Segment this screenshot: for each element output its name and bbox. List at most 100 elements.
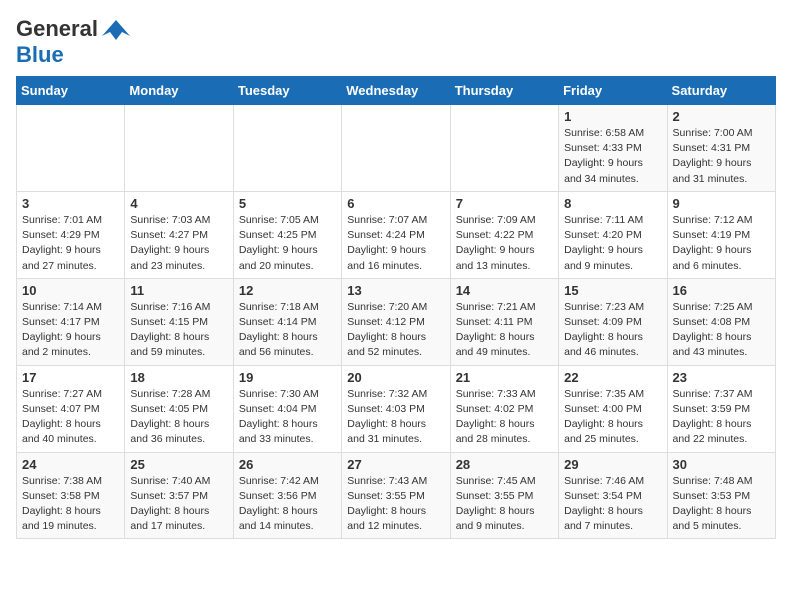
calendar-cell: 1 Sunrise: 6:58 AMSunset: 4:33 PMDaylight… <box>559 105 667 192</box>
calendar-cell: 2 Sunrise: 7:00 AMSunset: 4:31 PMDaylight… <box>667 105 775 192</box>
day-info: Sunrise: 7:09 AMSunset: 4:22 PMDaylight:… <box>456 213 553 274</box>
day-info: Sunrise: 7:37 AMSunset: 3:59 PMDaylight:… <box>673 387 770 448</box>
calendar-cell <box>342 105 450 192</box>
day-info: Sunrise: 7:48 AMSunset: 3:53 PMDaylight:… <box>673 474 770 535</box>
day-number: 26 <box>239 457 336 472</box>
day-number: 10 <box>22 283 119 298</box>
day-info: Sunrise: 7:03 AMSunset: 4:27 PMDaylight:… <box>130 213 227 274</box>
calendar-cell: 8 Sunrise: 7:11 AMSunset: 4:20 PMDaylight… <box>559 191 667 278</box>
col-header-tuesday: Tuesday <box>233 77 341 105</box>
calendar-cell: 14Sunrise: 7:21 AMSunset: 4:11 PMDayligh… <box>450 278 558 365</box>
calendar-cell: 25 Sunrise: 7:40 AMSunset: 3:57 PMDayligh… <box>125 452 233 539</box>
day-number: 27 <box>347 457 444 472</box>
col-header-wednesday: Wednesday <box>342 77 450 105</box>
day-number: 2 <box>673 109 770 124</box>
calendar-cell <box>17 105 125 192</box>
day-info: Sunrise: 7:11 AMSunset: 4:20 PMDaylight:… <box>564 213 661 274</box>
col-header-thursday: Thursday <box>450 77 558 105</box>
col-header-friday: Friday <box>559 77 667 105</box>
calendar-cell: 17 Sunrise: 7:27 AMSunset: 4:07 PMDayligh… <box>17 365 125 452</box>
day-number: 30 <box>673 457 770 472</box>
calendar-week-row: 1 Sunrise: 6:58 AMSunset: 4:33 PMDaylight… <box>17 105 776 192</box>
day-number: 19 <box>239 370 336 385</box>
calendar-cell: 10 Sunrise: 7:14 AMSunset: 4:17 PMDayligh… <box>17 278 125 365</box>
day-info: Sunrise: 7:12 AMSunset: 4:19 PMDaylight:… <box>673 213 770 274</box>
col-header-sunday: Sunday <box>17 77 125 105</box>
day-info: Sunrise: 7:46 AMSunset: 3:54 PMDaylight:… <box>564 474 661 535</box>
day-info: Sunrise: 7:18 AMSunset: 4:14 PMDaylight:… <box>239 300 336 361</box>
calendar-cell: 26Sunrise: 7:42 AMSunset: 3:56 PMDayligh… <box>233 452 341 539</box>
calendar-cell: 11Sunrise: 7:16 AMSunset: 4:15 PMDayligh… <box>125 278 233 365</box>
day-number: 6 <box>347 196 444 211</box>
day-info: Sunrise: 7:07 AMSunset: 4:24 PMDaylight:… <box>347 213 444 274</box>
day-info: Sunrise: 6:58 AMSunset: 4:33 PMDaylight:… <box>564 126 661 187</box>
day-number: 18 <box>130 370 227 385</box>
day-number: 24 <box>22 457 119 472</box>
day-info: Sunrise: 7:20 AMSunset: 4:12 PMDaylight:… <box>347 300 444 361</box>
calendar-cell: 19 Sunrise: 7:30 AMSunset: 4:04 PMDayligh… <box>233 365 341 452</box>
calendar-cell: 30 Sunrise: 7:48 AMSunset: 3:53 PMDayligh… <box>667 452 775 539</box>
calendar-cell: 28Sunrise: 7:45 AMSunset: 3:55 PMDayligh… <box>450 452 558 539</box>
col-header-saturday: Saturday <box>667 77 775 105</box>
calendar-cell: 5 Sunrise: 7:05 AMSunset: 4:25 PMDaylight… <box>233 191 341 278</box>
day-number: 29 <box>564 457 661 472</box>
day-info: Sunrise: 7:35 AMSunset: 4:00 PMDaylight:… <box>564 387 661 448</box>
day-info: Sunrise: 7:00 AMSunset: 4:31 PMDaylight:… <box>673 126 770 187</box>
calendar-cell: 12 Sunrise: 7:18 AMSunset: 4:14 PMDayligh… <box>233 278 341 365</box>
day-number: 1 <box>564 109 661 124</box>
calendar-header-row: SundayMondayTuesdayWednesdayThursdayFrid… <box>17 77 776 105</box>
day-number: 4 <box>130 196 227 211</box>
day-number: 13 <box>347 283 444 298</box>
logo-blue-text: Blue <box>16 42 64 67</box>
calendar-cell: 4 Sunrise: 7:03 AMSunset: 4:27 PMDaylight… <box>125 191 233 278</box>
calendar-cell <box>233 105 341 192</box>
day-number: 9 <box>673 196 770 211</box>
day-number: 25 <box>130 457 227 472</box>
calendar-cell: 29 Sunrise: 7:46 AMSunset: 3:54 PMDayligh… <box>559 452 667 539</box>
calendar-cell: 27Sunrise: 7:43 AMSunset: 3:55 PMDayligh… <box>342 452 450 539</box>
day-info: Sunrise: 7:38 AMSunset: 3:58 PMDaylight:… <box>22 474 119 535</box>
day-number: 16 <box>673 283 770 298</box>
calendar-cell <box>125 105 233 192</box>
day-number: 5 <box>239 196 336 211</box>
day-number: 7 <box>456 196 553 211</box>
calendar-cell: 13 Sunrise: 7:20 AMSunset: 4:12 PMDayligh… <box>342 278 450 365</box>
calendar-cell: 7 Sunrise: 7:09 AMSunset: 4:22 PMDaylight… <box>450 191 558 278</box>
calendar-cell: 3 Sunrise: 7:01 AMSunset: 4:29 PMDaylight… <box>17 191 125 278</box>
day-info: Sunrise: 7:27 AMSunset: 4:07 PMDaylight:… <box>22 387 119 448</box>
day-info: Sunrise: 7:05 AMSunset: 4:25 PMDaylight:… <box>239 213 336 274</box>
day-info: Sunrise: 7:32 AMSunset: 4:03 PMDaylight:… <box>347 387 444 448</box>
day-number: 14 <box>456 283 553 298</box>
calendar-cell <box>450 105 558 192</box>
day-info: Sunrise: 7:28 AMSunset: 4:05 PMDaylight:… <box>130 387 227 448</box>
day-number: 12 <box>239 283 336 298</box>
day-info: Sunrise: 7:30 AMSunset: 4:04 PMDaylight:… <box>239 387 336 448</box>
calendar-week-row: 24 Sunrise: 7:38 AMSunset: 3:58 PMDayligh… <box>17 452 776 539</box>
col-header-monday: Monday <box>125 77 233 105</box>
day-info: Sunrise: 7:45 AMSunset: 3:55 PMDaylight:… <box>456 474 553 535</box>
day-info: Sunrise: 7:01 AMSunset: 4:29 PMDaylight:… <box>22 213 119 274</box>
day-number: 15 <box>564 283 661 298</box>
day-number: 23 <box>673 370 770 385</box>
calendar-week-row: 3 Sunrise: 7:01 AMSunset: 4:29 PMDaylight… <box>17 191 776 278</box>
day-info: Sunrise: 7:33 AMSunset: 4:02 PMDaylight:… <box>456 387 553 448</box>
logo-bird-icon <box>102 18 130 40</box>
day-info: Sunrise: 7:25 AMSunset: 4:08 PMDaylight:… <box>673 300 770 361</box>
day-info: Sunrise: 7:14 AMSunset: 4:17 PMDaylight:… <box>22 300 119 361</box>
day-number: 20 <box>347 370 444 385</box>
day-number: 17 <box>22 370 119 385</box>
day-number: 22 <box>564 370 661 385</box>
calendar-cell: 16 Sunrise: 7:25 AMSunset: 4:08 PMDayligh… <box>667 278 775 365</box>
logo: General Blue <box>16 16 130 68</box>
day-info: Sunrise: 7:16 AMSunset: 4:15 PMDaylight:… <box>130 300 227 361</box>
calendar-cell: 23 Sunrise: 7:37 AMSunset: 3:59 PMDayligh… <box>667 365 775 452</box>
page-header: General Blue <box>16 16 776 68</box>
day-number: 21 <box>456 370 553 385</box>
calendar-cell: 9 Sunrise: 7:12 AMSunset: 4:19 PMDaylight… <box>667 191 775 278</box>
day-info: Sunrise: 7:40 AMSunset: 3:57 PMDaylight:… <box>130 474 227 535</box>
calendar-cell: 18 Sunrise: 7:28 AMSunset: 4:05 PMDayligh… <box>125 365 233 452</box>
calendar-cell: 6 Sunrise: 7:07 AMSunset: 4:24 PMDaylight… <box>342 191 450 278</box>
calendar-cell: 15Sunrise: 7:23 AMSunset: 4:09 PMDayligh… <box>559 278 667 365</box>
day-number: 8 <box>564 196 661 211</box>
day-number: 3 <box>22 196 119 211</box>
